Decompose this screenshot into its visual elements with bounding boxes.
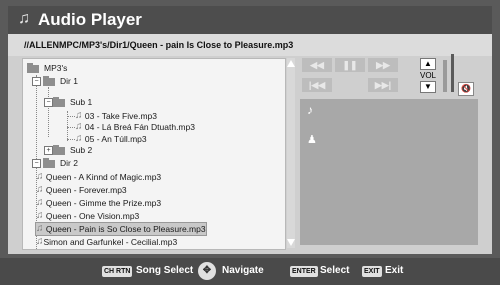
tree-folder-dir1[interactable]: Dir 1 (43, 75, 78, 87)
tree-file[interactable]: ♫ Simon and Garfunkel - Cecilial.mp3 (36, 236, 177, 248)
music-file-icon: ♫ (75, 133, 83, 144)
file-label: Simon and Garfunkel - Cecilial.mp3 (43, 237, 178, 247)
tree-file[interactable]: ♫ Queen - Gimme the Prize.mp3 (36, 197, 161, 209)
volume-down-button[interactable]: ▼ (420, 81, 436, 93)
file-label: Queen - A Kinnd of Magic.mp3 (45, 172, 162, 182)
file-tree: MP3's − Dir 1 − Sub 1 ♫ 03 - Take Five.m… (22, 58, 286, 250)
mute-button[interactable]: 🔇 (458, 82, 474, 96)
music-file-icon: ♫ (36, 184, 44, 195)
tree-file-selected[interactable]: ♫ Queen - Pain is So Close to Pleasure.m… (35, 222, 207, 236)
tree-root-label: MP3's (44, 63, 68, 73)
current-path: //ALLENMPC/MP3's/Dir1/Queen - pain Is Cl… (24, 40, 294, 50)
path-bar: //ALLENMPC/MP3's/Dir1/Queen - pain Is Cl… (8, 34, 492, 56)
pause-button[interactable]: ❚❚ (335, 58, 365, 72)
music-file-icon: ♫ (36, 210, 44, 221)
folder-icon (27, 63, 41, 73)
tree-folder-label: Dir 2 (60, 158, 78, 168)
folder-icon (53, 145, 67, 155)
tree-folder-label: Sub 1 (70, 97, 93, 107)
scroll-down-icon[interactable] (287, 239, 295, 246)
file-label: Queen - Forever.mp3 (45, 185, 127, 195)
music-file-icon: ♫ (36, 223, 44, 234)
collapse-icon[interactable]: − (32, 77, 41, 86)
scroll-up-icon[interactable] (287, 60, 295, 67)
tree-file[interactable]: ♫ 04 - Lá Breá Fán Dtuath.mp3 (75, 121, 195, 133)
volume-label: VOL (420, 71, 437, 80)
tree-scrollbar[interactable] (287, 58, 295, 248)
folder-icon (43, 76, 57, 86)
rewind-button[interactable]: ◀◀ (302, 58, 332, 72)
navigate-label: Navigate (222, 265, 264, 276)
music-file-icon: ♫ (36, 171, 44, 182)
collapse-icon[interactable]: − (44, 98, 53, 107)
exit-key: EXIT (362, 266, 382, 277)
tree-file[interactable]: ♫ Queen - One Vision.mp3 (36, 210, 139, 222)
volume-up-button[interactable]: ▲ (420, 58, 436, 70)
select-label: Select (320, 265, 350, 276)
footer-bar: CH RTN Song Select ✥ Navigate ENTER Sele… (0, 258, 500, 285)
volume-level-marker (451, 54, 454, 92)
tree-folder-label: Sub 2 (70, 145, 93, 155)
folder-icon (53, 97, 67, 107)
music-file-icon: ♫ (75, 121, 83, 132)
folder-icon (43, 158, 57, 168)
track-info-panel: ♪ ♟ (300, 99, 478, 245)
page-title: Audio Player (38, 10, 142, 29)
collapse-icon[interactable]: − (32, 159, 41, 168)
music-note-icon: ♪ (307, 103, 313, 117)
exit-label: Exit (385, 265, 404, 276)
tree-root[interactable]: MP3's (27, 62, 67, 74)
tree-file[interactable]: ♫ Queen - Forever.mp3 (36, 184, 127, 196)
title-bar: ♫ Audio Player (8, 6, 492, 34)
tree-folder-sub2[interactable]: Sub 2 (53, 144, 92, 156)
tree-folder-sub1[interactable]: Sub 1 (53, 96, 92, 108)
next-track-button[interactable]: ▶▶| (368, 78, 398, 92)
file-label: 04 - Lá Breá Fán Dtuath.mp3 (84, 122, 195, 132)
file-label: 03 - Take Five.mp3 (84, 111, 158, 121)
file-label: Queen - One Vision.mp3 (45, 211, 140, 221)
music-file-icon: ♫ (36, 236, 44, 247)
tree-file[interactable]: ♫ Queen - A Kinnd of Magic.mp3 (36, 171, 161, 183)
expand-icon[interactable]: + (44, 146, 53, 155)
artist-icon: ♟ (307, 134, 317, 146)
volume-level-bar (443, 60, 447, 92)
music-file-icon: ♫ (75, 110, 83, 121)
music-file-icon: ♫ (36, 197, 44, 208)
previous-track-button[interactable]: |◀◀ (302, 78, 332, 92)
music-note-icon: ♫ (18, 10, 30, 27)
file-label: Queen - Pain is So Close to Pleasure.mp3 (45, 224, 206, 234)
enter-key: ENTER (290, 266, 318, 277)
ch-rtn-key: CH RTN (102, 266, 133, 277)
file-label: Queen - Gimme the Prize.mp3 (45, 198, 162, 208)
song-select-label: Song Select (136, 265, 194, 276)
tree-folder-label: Dir 1 (60, 76, 78, 86)
navigate-icon: ✥ (198, 262, 216, 280)
file-label: 05 - An Túll.mp3 (84, 134, 147, 144)
tree-folder-dir2[interactable]: Dir 2 (43, 157, 78, 169)
fast-forward-button[interactable]: ▶▶ (368, 58, 398, 72)
